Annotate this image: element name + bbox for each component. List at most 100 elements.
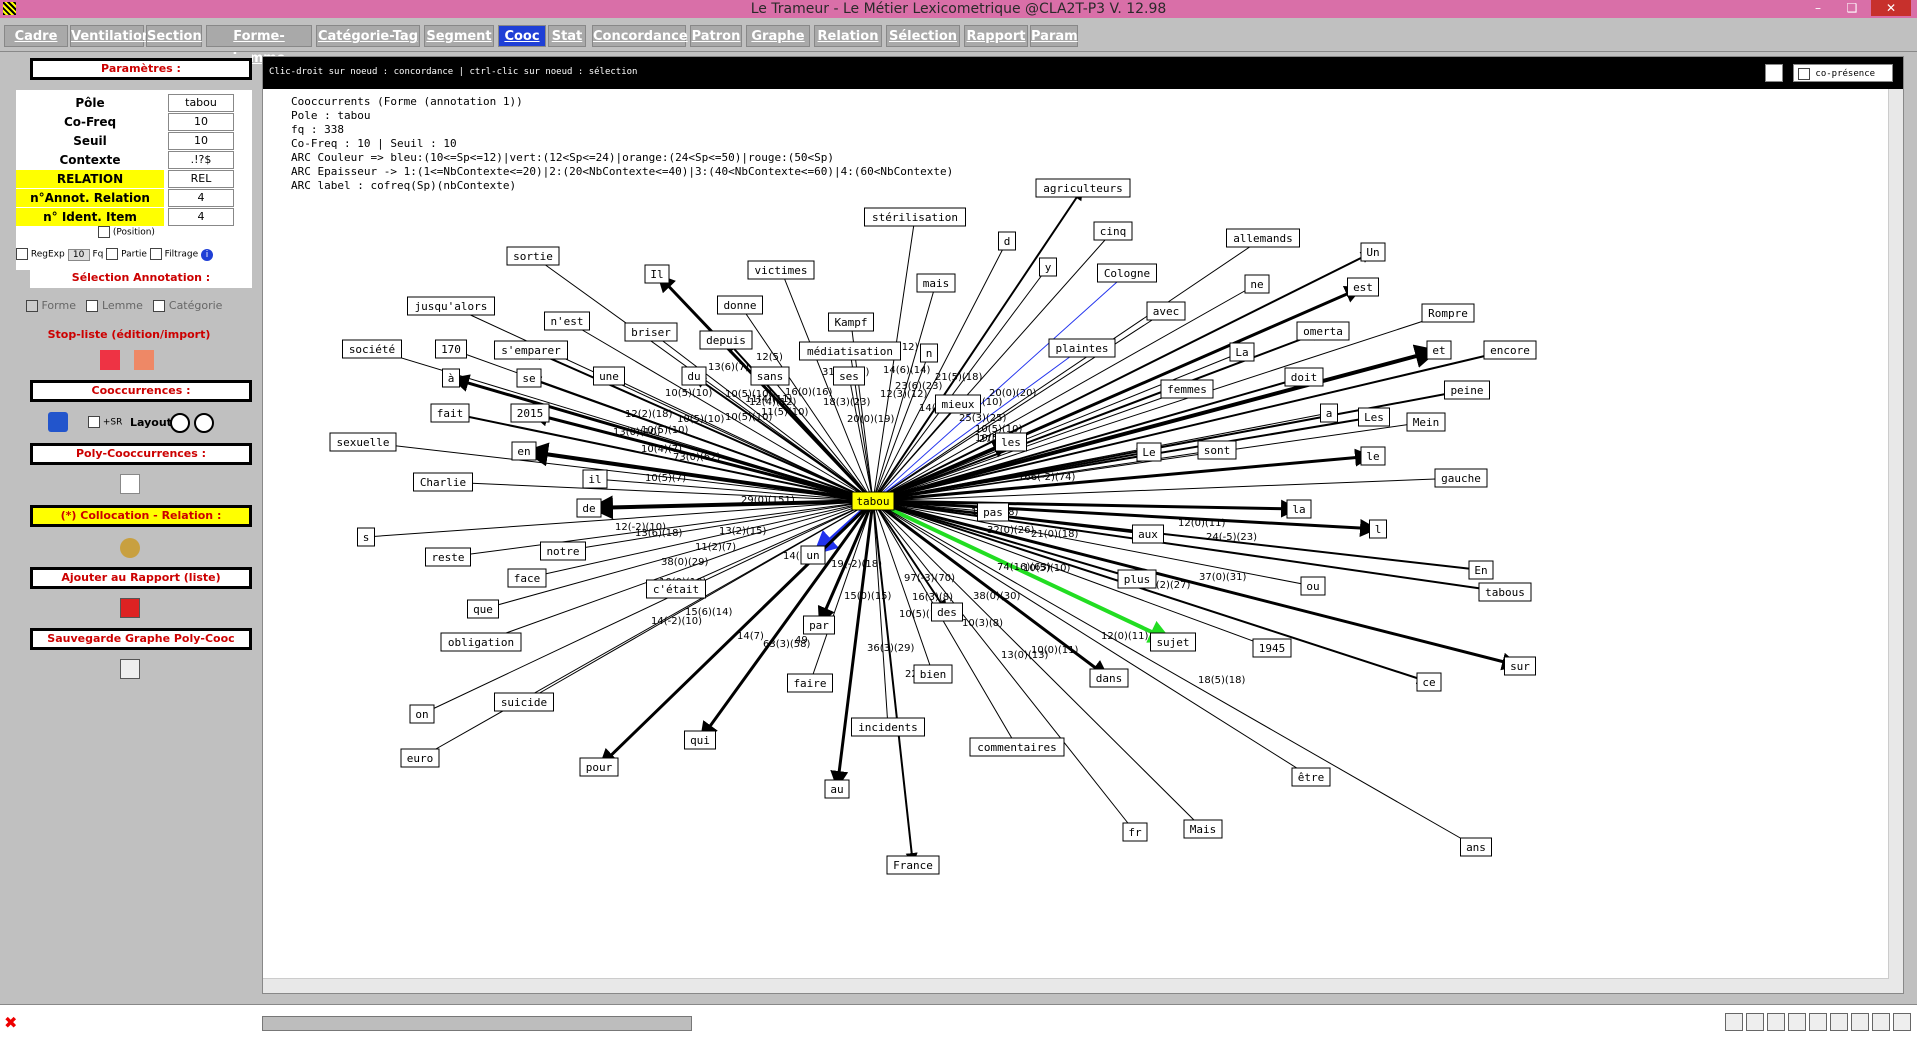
cooc-node[interactable]: France bbox=[886, 855, 940, 875]
cooc-node[interactable]: des bbox=[931, 602, 963, 622]
cooc-node[interactable]: face bbox=[507, 568, 547, 588]
cooc-node[interactable]: que bbox=[467, 599, 499, 619]
cooc-run-icon[interactable] bbox=[48, 412, 68, 432]
tab-ventilation[interactable]: Ventilation bbox=[70, 25, 151, 47]
cooc-center-node[interactable]: tabou bbox=[851, 491, 895, 511]
cooc-node[interactable]: s'emparer bbox=[494, 340, 568, 360]
cooc-node[interactable]: victimes bbox=[747, 260, 815, 280]
cooc-node[interactable]: gauche bbox=[1434, 468, 1488, 488]
cooc-node[interactable]: de bbox=[576, 498, 602, 518]
cooc-node[interactable]: suicide bbox=[494, 692, 554, 712]
tab-cat-gorie-tag[interactable]: Catégorie-Tag bbox=[316, 25, 420, 47]
cooc-node[interactable]: pour bbox=[579, 757, 619, 777]
cooc-node[interactable]: société bbox=[342, 339, 402, 359]
collocation-icon[interactable] bbox=[120, 538, 140, 558]
grid-icon[interactable] bbox=[1765, 64, 1783, 82]
cooc-node[interactable]: depuis bbox=[699, 330, 753, 350]
copresence-checkbox[interactable] bbox=[1798, 67, 1810, 80]
vertical-scrollbar[interactable] bbox=[1888, 89, 1903, 993]
tab-relation[interactable]: Relation bbox=[814, 25, 882, 47]
tab-param[interactable]: Param bbox=[1030, 25, 1078, 47]
position-checkbox-row[interactable]: (Position) bbox=[98, 226, 155, 238]
status-help-icon[interactable] bbox=[1788, 1013, 1806, 1031]
cooc-node[interactable]: ses bbox=[833, 366, 865, 386]
cooc-node[interactable]: sur bbox=[1504, 656, 1536, 676]
cooc-node[interactable]: doit bbox=[1284, 367, 1324, 387]
partie-checkbox[interactable] bbox=[106, 248, 119, 260]
cooc-node[interactable]: les bbox=[995, 432, 1027, 452]
tab-segment[interactable]: Segment bbox=[424, 25, 494, 47]
cooc-node[interactable]: à bbox=[442, 368, 460, 388]
status-tool-icon-7[interactable] bbox=[1851, 1013, 1869, 1031]
cooc-node[interactable]: 2015 bbox=[510, 403, 550, 423]
cooc-node[interactable]: Kampf bbox=[828, 312, 874, 332]
filtrage-checkbox[interactable] bbox=[149, 248, 162, 260]
cooc-node[interactable]: d bbox=[998, 231, 1016, 251]
cooc-node[interactable]: du bbox=[681, 366, 707, 386]
cooc-node[interactable]: y bbox=[1039, 257, 1057, 277]
regexp-fq-input[interactable]: 10 bbox=[67, 248, 90, 261]
cooc-node[interactable]: en bbox=[511, 441, 537, 461]
cooc-node[interactable]: mieux bbox=[935, 394, 981, 414]
tab-rapport[interactable]: Rapport bbox=[964, 25, 1028, 47]
cooc-node[interactable]: le bbox=[1360, 446, 1386, 466]
forme-checkbox[interactable] bbox=[26, 300, 38, 312]
layout-stop-icon[interactable] bbox=[194, 413, 214, 433]
cooc-node[interactable]: agriculteurs bbox=[1035, 178, 1131, 198]
ajouter-rapport-icon[interactable] bbox=[120, 598, 140, 618]
cooc-node[interactable]: ou bbox=[1300, 576, 1326, 596]
tab-section[interactable]: Section bbox=[146, 25, 202, 47]
stopliste-edit-icon[interactable] bbox=[100, 350, 120, 370]
cooc-node[interactable]: avec bbox=[1146, 301, 1186, 321]
cooc-node[interactable]: reste bbox=[425, 547, 471, 567]
status-tool-icon-3[interactable] bbox=[1767, 1013, 1785, 1031]
status-tool-icon-5[interactable] bbox=[1809, 1013, 1827, 1031]
cooc-node[interactable]: obligation bbox=[440, 632, 522, 652]
cooc-node[interactable]: 170 bbox=[435, 339, 467, 359]
cooc-node[interactable]: et bbox=[1426, 340, 1452, 360]
close-button[interactable]: ✕ bbox=[1871, 0, 1911, 16]
cooc-node[interactable]: sujet bbox=[1150, 632, 1196, 652]
cooc-node[interactable]: Le bbox=[1136, 442, 1162, 462]
stopliste-label[interactable]: Stop-liste (édition/import) bbox=[6, 328, 252, 341]
cooc-node[interactable]: c'était bbox=[646, 579, 706, 599]
status-tool-icon-1[interactable] bbox=[1725, 1013, 1743, 1031]
lemme-checkbox[interactable] bbox=[86, 300, 99, 312]
stopliste-import-icon[interactable] bbox=[134, 350, 154, 370]
param-value-input[interactable]: 10 bbox=[168, 113, 234, 131]
tab-stat[interactable]: Stat bbox=[548, 25, 586, 47]
cooc-node[interactable]: a bbox=[1320, 403, 1338, 423]
cooc-node[interactable]: il bbox=[582, 469, 608, 489]
cooc-node[interactable]: n bbox=[920, 343, 938, 363]
cooc-node[interactable]: tabous bbox=[1478, 582, 1532, 602]
sauvegarde-icon[interactable] bbox=[120, 659, 140, 679]
param-value-input[interactable]: 10 bbox=[168, 132, 234, 150]
cooc-node[interactable]: médiatisation bbox=[799, 341, 901, 361]
cooc-node[interactable]: femmes bbox=[1160, 379, 1214, 399]
cooc-node[interactable]: Un bbox=[1360, 242, 1386, 262]
cooc-node[interactable]: ne bbox=[1244, 274, 1270, 294]
cooc-node[interactable]: sans bbox=[750, 366, 790, 386]
cooc-node[interactable]: Charlie bbox=[413, 472, 473, 492]
tab-forme-lemme[interactable]: Forme-Lemme bbox=[206, 25, 312, 66]
sr-checkbox[interactable] bbox=[88, 416, 100, 428]
tab-cooc[interactable]: Cooc bbox=[498, 25, 546, 47]
param-value-input[interactable]: .!?$ bbox=[168, 151, 234, 169]
cooc-node[interactable]: stérilisation bbox=[864, 207, 966, 227]
cooc-node[interactable]: commentaires bbox=[969, 737, 1065, 757]
cooc-node[interactable]: Les bbox=[1358, 407, 1390, 427]
cooc-node[interactable]: ans bbox=[1460, 837, 1492, 857]
cooc-node[interactable]: Rompre bbox=[1421, 303, 1475, 323]
tab-s-lection[interactable]: Sélection bbox=[886, 25, 960, 47]
cooc-node[interactable]: La bbox=[1229, 342, 1255, 362]
tab-graphe[interactable]: Graphe bbox=[746, 25, 810, 47]
copresence-toggle[interactable]: co-présence bbox=[1793, 64, 1893, 82]
tab-cadre[interactable]: Cadre bbox=[4, 25, 68, 47]
regexp-checkbox[interactable] bbox=[16, 248, 28, 260]
info-icon[interactable]: i bbox=[201, 248, 214, 261]
close-x-icon[interactable]: ✖ bbox=[4, 1013, 17, 1032]
cooc-node[interactable]: Mein bbox=[1406, 412, 1446, 432]
cooc-node[interactable]: En bbox=[1468, 560, 1494, 580]
poly-cooc-icon[interactable] bbox=[120, 474, 140, 494]
tab-concordance[interactable]: Concordance bbox=[592, 25, 688, 47]
